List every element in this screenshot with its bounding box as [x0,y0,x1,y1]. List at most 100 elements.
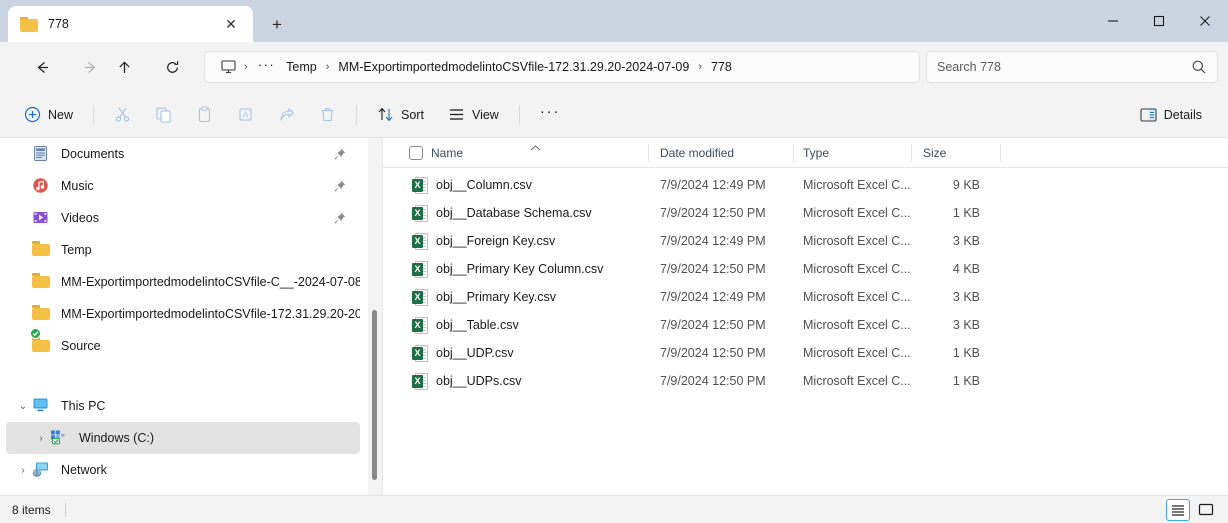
new-button[interactable]: New [14,99,83,131]
file-name-label: obj__Primary Key.csv [436,290,556,304]
file-name-cell[interactable]: Xobj__Table.csv [412,317,519,334]
share-button[interactable] [268,99,305,131]
sidebar-item-network[interactable]: › Network [6,454,360,486]
file-name-label: obj__Foreign Key.csv [436,234,555,248]
sidebar-item-label: Network [61,463,107,477]
back-arrow-icon[interactable] [26,51,58,83]
file-name-cell[interactable]: Xobj__Primary Key Column.csv [412,261,603,278]
search-box[interactable]: Search 778 [926,51,1218,83]
more-options-button[interactable]: ··· [530,99,570,131]
sort-button-label: Sort [401,108,424,122]
column-header-name[interactable]: Name [431,146,463,160]
minimize-icon[interactable] [1090,0,1136,42]
sidebar-spacer [0,362,368,390]
table-row[interactable]: Xobj__UDP.csv7/9/2024 12:50 PMMicrosoft … [383,339,1228,367]
large-icons-view-icon[interactable] [1194,499,1218,521]
rename-icon: A [237,106,254,123]
table-row[interactable]: Xobj__Database Schema.csv7/9/2024 12:50 … [383,199,1228,227]
tab-778[interactable]: 778 ✕ [8,6,253,42]
table-row[interactable]: Xobj__Foreign Key.csv7/9/2024 12:49 PMMi… [383,227,1228,255]
close-tab-icon[interactable]: ✕ [219,12,243,36]
column-divider[interactable] [911,144,912,162]
sidebar-item-windows-c[interactable]: ›Windows (C:) [6,422,360,454]
table-row[interactable]: Xobj__UDPs.csv7/9/2024 12:50 PMMicrosoft… [383,367,1228,395]
table-row[interactable]: Xobj__Primary Key.csv7/9/2024 12:49 PMMi… [383,283,1228,311]
select-all-checkbox[interactable] [409,146,423,160]
sidebar-item-label: MM-ExportimportedmodelintoCSVfile-C__-20… [61,275,360,289]
sidebar-item-temp[interactable]: Temp [6,234,360,266]
sidebar-item-label: Documents [61,147,124,161]
sidebar-item-this-pc[interactable]: ⌄This PC [6,390,360,422]
this-pc-icon[interactable] [218,58,238,76]
file-date-cell: 7/9/2024 12:49 PM [660,290,766,304]
details-pane-button[interactable]: Details [1130,99,1212,131]
view-button[interactable]: View [438,99,509,131]
list-lines-icon [448,106,465,123]
pin-icon[interactable] [334,180,346,192]
videos-icon [32,209,52,227]
new-button-label: New [48,108,73,122]
file-size-cell: 1 KB [923,374,980,388]
copy-button[interactable] [145,99,182,131]
sort-arrows-icon [377,106,394,123]
pin-icon[interactable] [334,148,346,160]
sidebar-item-videos[interactable]: Videos [6,202,360,234]
sort-button[interactable]: Sort [367,99,434,131]
sidebar-item-label: MM-ExportimportedmodelintoCSVfile-172.31… [61,307,360,321]
breadcrumb-item-export-folder[interactable]: MM-ExportimportedmodelintoCSVfile-172.31… [333,57,694,77]
file-name-cell[interactable]: Xobj__UDPs.csv [412,373,521,390]
file-date-cell: 7/9/2024 12:49 PM [660,234,766,248]
sidebar-item-mm-exportimportedmodelintocsvfile-172-31-29-20-2024-0[interactable]: MM-ExportimportedmodelintoCSVfile-172.31… [6,298,360,330]
table-row[interactable]: Xobj__Table.csv7/9/2024 12:50 PMMicrosof… [383,311,1228,339]
refresh-icon[interactable] [156,51,188,83]
rename-button[interactable]: A [227,99,264,131]
file-name-cell[interactable]: Xobj__UDP.csv [412,345,514,362]
delete-button[interactable] [309,99,346,131]
up-arrow-icon[interactable] [108,51,140,83]
column-header-date-modified[interactable]: Date modified [660,146,734,160]
file-name-cell[interactable]: Xobj__Foreign Key.csv [412,233,555,250]
breadcrumb-item-temp[interactable]: Temp [281,57,322,77]
address-bar[interactable]: › ··· Temp › MM-ExportimportedmodelintoC… [204,51,920,83]
breadcrumb-item-778[interactable]: 778 [706,57,737,77]
table-row[interactable]: Xobj__Column.csv7/9/2024 12:49 PMMicroso… [383,171,1228,199]
maximize-icon[interactable] [1136,0,1182,42]
file-name-cell[interactable]: Xobj__Column.csv [412,177,532,194]
file-name-cell[interactable]: Xobj__Primary Key.csv [412,289,556,306]
folder-icon [32,241,52,259]
sidebar-item-mm-exportimportedmodelintocsvfile-c-2024-07-08xls[interactable]: MM-ExportimportedmodelintoCSVfile-C__-20… [6,266,360,298]
table-row[interactable]: Xobj__Primary Key Column.csv7/9/2024 12:… [383,255,1228,283]
new-tab-button[interactable]: + [261,8,293,40]
sidebar-item-music[interactable]: Music [6,170,360,202]
sidebar-scrollbar-thumb[interactable] [372,310,377,480]
breadcrumb-overflow-button[interactable]: ··· [252,57,282,78]
cut-button[interactable] [104,99,141,131]
column-divider[interactable] [1000,144,1001,162]
file-name-label: obj__UDPs.csv [436,374,521,388]
tab-title: 778 [48,17,219,31]
status-divider [65,503,66,517]
file-type-cell: Microsoft Excel C... [803,178,911,192]
pin-icon[interactable] [334,212,346,224]
chevron-down-icon[interactable]: ⌄ [16,399,30,413]
details-button-label: Details [1164,108,1202,122]
details-view-icon[interactable] [1166,499,1190,521]
chevron-right-icon[interactable]: › [16,463,30,477]
scissors-icon [114,106,131,123]
column-divider[interactable] [648,144,649,162]
sidebar-item-documents[interactable]: Documents [6,138,360,170]
column-divider[interactable] [793,144,794,162]
excel-csv-icon: X [412,317,428,334]
column-header-type[interactable]: Type [803,146,829,160]
sidebar-scrollbar[interactable] [368,138,382,495]
excel-csv-icon: X [412,261,428,278]
file-name-label: obj__Column.csv [436,178,532,192]
file-name-cell[interactable]: Xobj__Database Schema.csv [412,205,592,222]
paste-button[interactable] [186,99,223,131]
sidebar-item-source[interactable]: Source [6,330,360,362]
column-header-size[interactable]: Size [923,146,946,160]
file-size-cell: 3 KB [923,318,980,332]
chevron-right-icon[interactable]: › [34,431,48,445]
close-icon[interactable] [1182,0,1228,42]
search-input[interactable]: Search 778 [937,60,1191,74]
